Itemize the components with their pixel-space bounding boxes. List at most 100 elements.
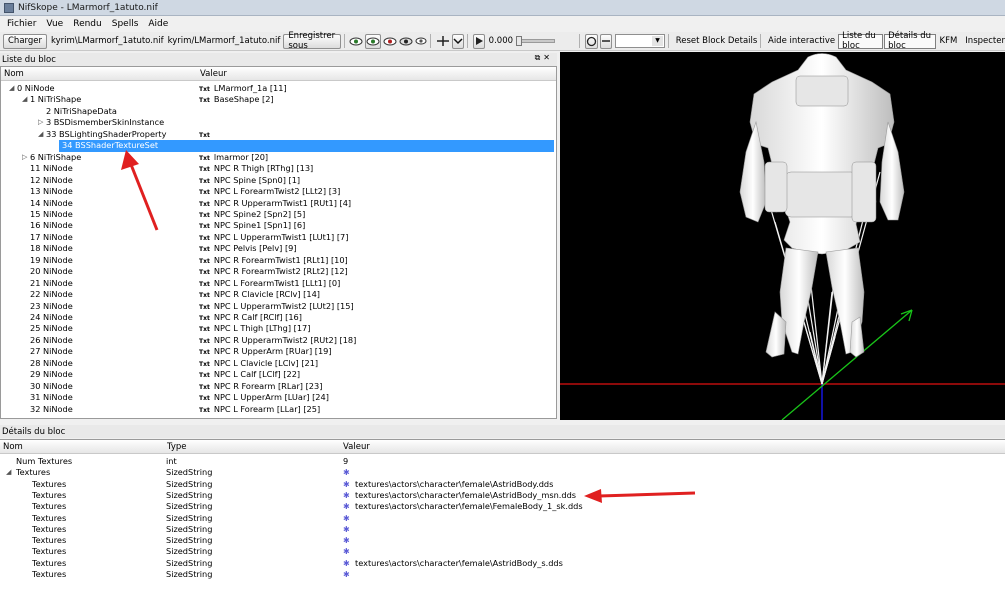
block-row[interactable]: 14 NiNode Txt NPC R UpperarmTwist1 [RUt1] … bbox=[1, 198, 556, 209]
asterisk-icon: ✱ bbox=[343, 513, 350, 523]
menu-spells[interactable]: Spells bbox=[107, 19, 144, 29]
chevron-down-icon[interactable] bbox=[451, 33, 464, 49]
block-row[interactable]: 32 NiNode Txt NPC L Forearm [LLar] [25] bbox=[1, 404, 556, 415]
block-row[interactable]: 27 NiNode Txt NPC R UpperArm [RUar] [19] bbox=[1, 346, 556, 357]
block-row[interactable]: 22 NiNode Txt NPC R Clavicle [RClv] [14] bbox=[1, 289, 556, 300]
block-name: 21 NiNode bbox=[30, 277, 73, 288]
block-row[interactable]: 29 NiNode Txt NPC L Calf [LClf] [22] bbox=[1, 369, 556, 380]
block-row[interactable]: 25 NiNode Txt NPC L Thigh [LThg] [17] bbox=[1, 323, 556, 334]
detail-name: Textures bbox=[32, 546, 67, 557]
detail-row[interactable]: ◢ Textures SizedString ✱ bbox=[0, 467, 1005, 478]
eye-red-icon[interactable] bbox=[383, 34, 397, 49]
block-row[interactable]: ▷ 3 BSDismemberSkinInstance bbox=[1, 117, 556, 128]
block-row[interactable]: 31 NiNode Txt NPC L UpperArm [LUar] [24] bbox=[1, 392, 556, 403]
column-header-name[interactable]: Nom bbox=[4, 69, 24, 79]
save-as-button[interactable]: Enregistrer sous bbox=[283, 31, 341, 51]
block-row[interactable]: 30 NiNode Txt NPC R Forearm [RLar] [23] bbox=[1, 381, 556, 392]
eye-small-icon[interactable] bbox=[415, 34, 427, 49]
txt-badge: Txt bbox=[199, 406, 210, 414]
reset-block-details-button[interactable]: Reset Block Details bbox=[676, 36, 758, 46]
menu-aide[interactable]: Aide bbox=[143, 19, 173, 29]
block-name: 0 NiNode bbox=[17, 83, 55, 93]
details-col-type[interactable]: Type bbox=[167, 442, 187, 452]
detail-value[interactable]: textures\actors\character\female\AstridB… bbox=[355, 558, 563, 569]
render-viewport[interactable] bbox=[560, 52, 1005, 420]
play-icon[interactable] bbox=[472, 33, 485, 49]
block-name: 1 NiTriShape bbox=[30, 94, 82, 105]
block-row[interactable]: 20 NiNode Txt NPC R ForearmTwist2 [RLt2] [… bbox=[1, 266, 556, 277]
block-row[interactable]: 19 NiNode Txt NPC R ForearmTwist1 [RLt1] [… bbox=[1, 255, 556, 266]
block-row[interactable]: 18 NiNode Txt NPC Pelvis [Pelv] [9] bbox=[1, 243, 556, 254]
block-row[interactable]: 11 NiNode Txt NPC R Thigh [RThg] [13] bbox=[1, 163, 556, 174]
collapse-icon[interactable]: ◢ bbox=[6, 467, 11, 478]
menu-vue[interactable]: Vue bbox=[41, 19, 68, 29]
block-row[interactable]: ◢ 1 NiTriShape Txt BaseShape [2] bbox=[1, 94, 556, 105]
block-row[interactable]: 16 NiNode Txt NPC Spine1 [Spn1] [6] bbox=[1, 220, 556, 231]
menu-rendu[interactable]: Rendu bbox=[68, 19, 107, 29]
details-col-value[interactable]: Valeur bbox=[343, 442, 370, 452]
block-row[interactable]: 15 NiNode Txt NPC Spine2 [Spn2] [5] bbox=[1, 209, 556, 220]
block-row[interactable]: 13 NiNode Txt NPC L ForearmTwist2 [LLt2] [… bbox=[1, 186, 556, 197]
detail-row[interactable]: Textures SizedString ✱ bbox=[0, 524, 1005, 535]
detail-row[interactable]: Textures SizedString ✱ textures\actors\char… bbox=[0, 501, 1005, 512]
details-col-name[interactable]: Nom bbox=[3, 442, 23, 452]
asterisk-icon: ✱ bbox=[343, 502, 350, 512]
slider-knob[interactable] bbox=[516, 36, 523, 46]
collapse-icon[interactable]: ◢ bbox=[9, 83, 14, 94]
interactive-help-button[interactable]: Aide interactive bbox=[768, 36, 835, 46]
expand-icon[interactable]: ▷ bbox=[38, 117, 43, 128]
eye-active-icon[interactable] bbox=[365, 33, 382, 49]
block-row[interactable]: 2 NiTriShapeData bbox=[1, 106, 556, 117]
detail-value[interactable]: textures\actors\character\female\FemaleB… bbox=[355, 501, 583, 512]
detail-row[interactable]: Num Textures int 9 bbox=[0, 456, 1005, 467]
collapse-icon[interactable]: ◢ bbox=[38, 129, 43, 140]
detail-row[interactable]: Textures SizedString ✱ bbox=[0, 569, 1005, 580]
detail-row[interactable]: Textures SizedString ✱ textures\actors\char… bbox=[0, 490, 1005, 501]
column-header-value[interactable]: Valeur bbox=[200, 69, 227, 79]
detail-row[interactable]: Textures SizedString ✱ bbox=[0, 546, 1005, 557]
detail-value[interactable]: textures\actors\character\female\AstridB… bbox=[355, 479, 553, 490]
block-row[interactable]: 23 NiNode Txt NPC L UpperarmTwist2 [LUt2] … bbox=[1, 301, 556, 312]
switch-icon[interactable] bbox=[600, 33, 613, 49]
eye-icon[interactable] bbox=[349, 34, 363, 49]
detail-name: Textures bbox=[32, 535, 67, 546]
menu-fichier[interactable]: Fichier bbox=[2, 19, 41, 29]
block-name: 19 NiNode bbox=[30, 254, 73, 265]
load-button[interactable]: Charger bbox=[3, 33, 47, 49]
detail-row[interactable]: Textures SizedString ✱ textures\actors\char… bbox=[0, 558, 1005, 569]
detail-row[interactable]: Textures SizedString ✱ bbox=[0, 513, 1005, 524]
time-slider[interactable] bbox=[516, 36, 556, 46]
kfm-button[interactable]: KFM bbox=[940, 36, 958, 46]
block-row[interactable]: 26 NiNode Txt NPC R UpperarmTwist2 [RUt2] … bbox=[1, 335, 556, 346]
txt-badge: Txt bbox=[199, 383, 210, 391]
tab-block-list[interactable]: Liste du bloc bbox=[838, 31, 884, 51]
block-row[interactable]: 34 BSShaderTextureSet bbox=[1, 140, 556, 152]
block-row[interactable]: 17 NiNode Txt NPC L UpperarmTwist1 [LUt1] … bbox=[1, 232, 556, 243]
block-row[interactable]: ◢ 33 BSLightingShaderProperty Txt bbox=[1, 129, 556, 140]
block-details-table[interactable]: Nom Type Valeur Num Textures int 9 ◢ Texture… bbox=[0, 439, 1005, 610]
block-row[interactable]: 12 NiNode Txt NPC Spine [Spn0] [1] bbox=[1, 175, 556, 186]
detail-row[interactable]: Textures SizedString ✱ textures\actors\char… bbox=[0, 479, 1005, 490]
tab-block-details[interactable]: Détails du bloc bbox=[884, 31, 936, 51]
detail-row[interactable]: Textures SizedString ✱ bbox=[0, 535, 1005, 546]
expand-icon[interactable]: ▷ bbox=[22, 152, 27, 163]
panel-window-buttons[interactable]: ⧉✕ bbox=[535, 53, 553, 63]
detail-value[interactable]: textures\actors\character\female\AstridB… bbox=[355, 490, 576, 501]
eye-dark-icon[interactable] bbox=[399, 34, 413, 49]
block-row[interactable]: 21 NiNode Txt NPC L ForearmTwist1 [LLt1] [… bbox=[1, 278, 556, 289]
block-row[interactable]: 28 NiNode Txt NPC L Clavicle [LClv] [21] bbox=[1, 358, 556, 369]
collapse-icon[interactable]: ◢ bbox=[22, 94, 27, 105]
detail-value[interactable]: 9 bbox=[343, 456, 348, 467]
block-row[interactable]: 24 NiNode Txt NPC R Calf [RClf] [16] bbox=[1, 312, 556, 323]
menu-bar: Fichier Vue Rendu Spells Aide bbox=[0, 16, 1005, 32]
block-row[interactable]: ▷ 6 NiTriShape Txt lmarmor [20] bbox=[1, 152, 556, 163]
detail-name: Textures bbox=[32, 501, 67, 512]
inspect-button[interactable]: Inspecter bbox=[965, 36, 1005, 46]
block-row[interactable]: ◢ 0 NiNode Txt LMarmorf_1a [11] bbox=[1, 83, 556, 94]
dropdown-arrow-icon: ▼ bbox=[652, 36, 664, 46]
animation-select[interactable]: ▼ bbox=[615, 34, 666, 48]
axes-icon[interactable] bbox=[436, 34, 450, 49]
block-list-tree[interactable]: Nom Valeur ◢ 0 NiNode Txt LMarmorf_1a [11] ◢… bbox=[0, 66, 557, 419]
loop-icon[interactable] bbox=[585, 33, 599, 49]
txt-badge: Txt bbox=[199, 86, 210, 93]
